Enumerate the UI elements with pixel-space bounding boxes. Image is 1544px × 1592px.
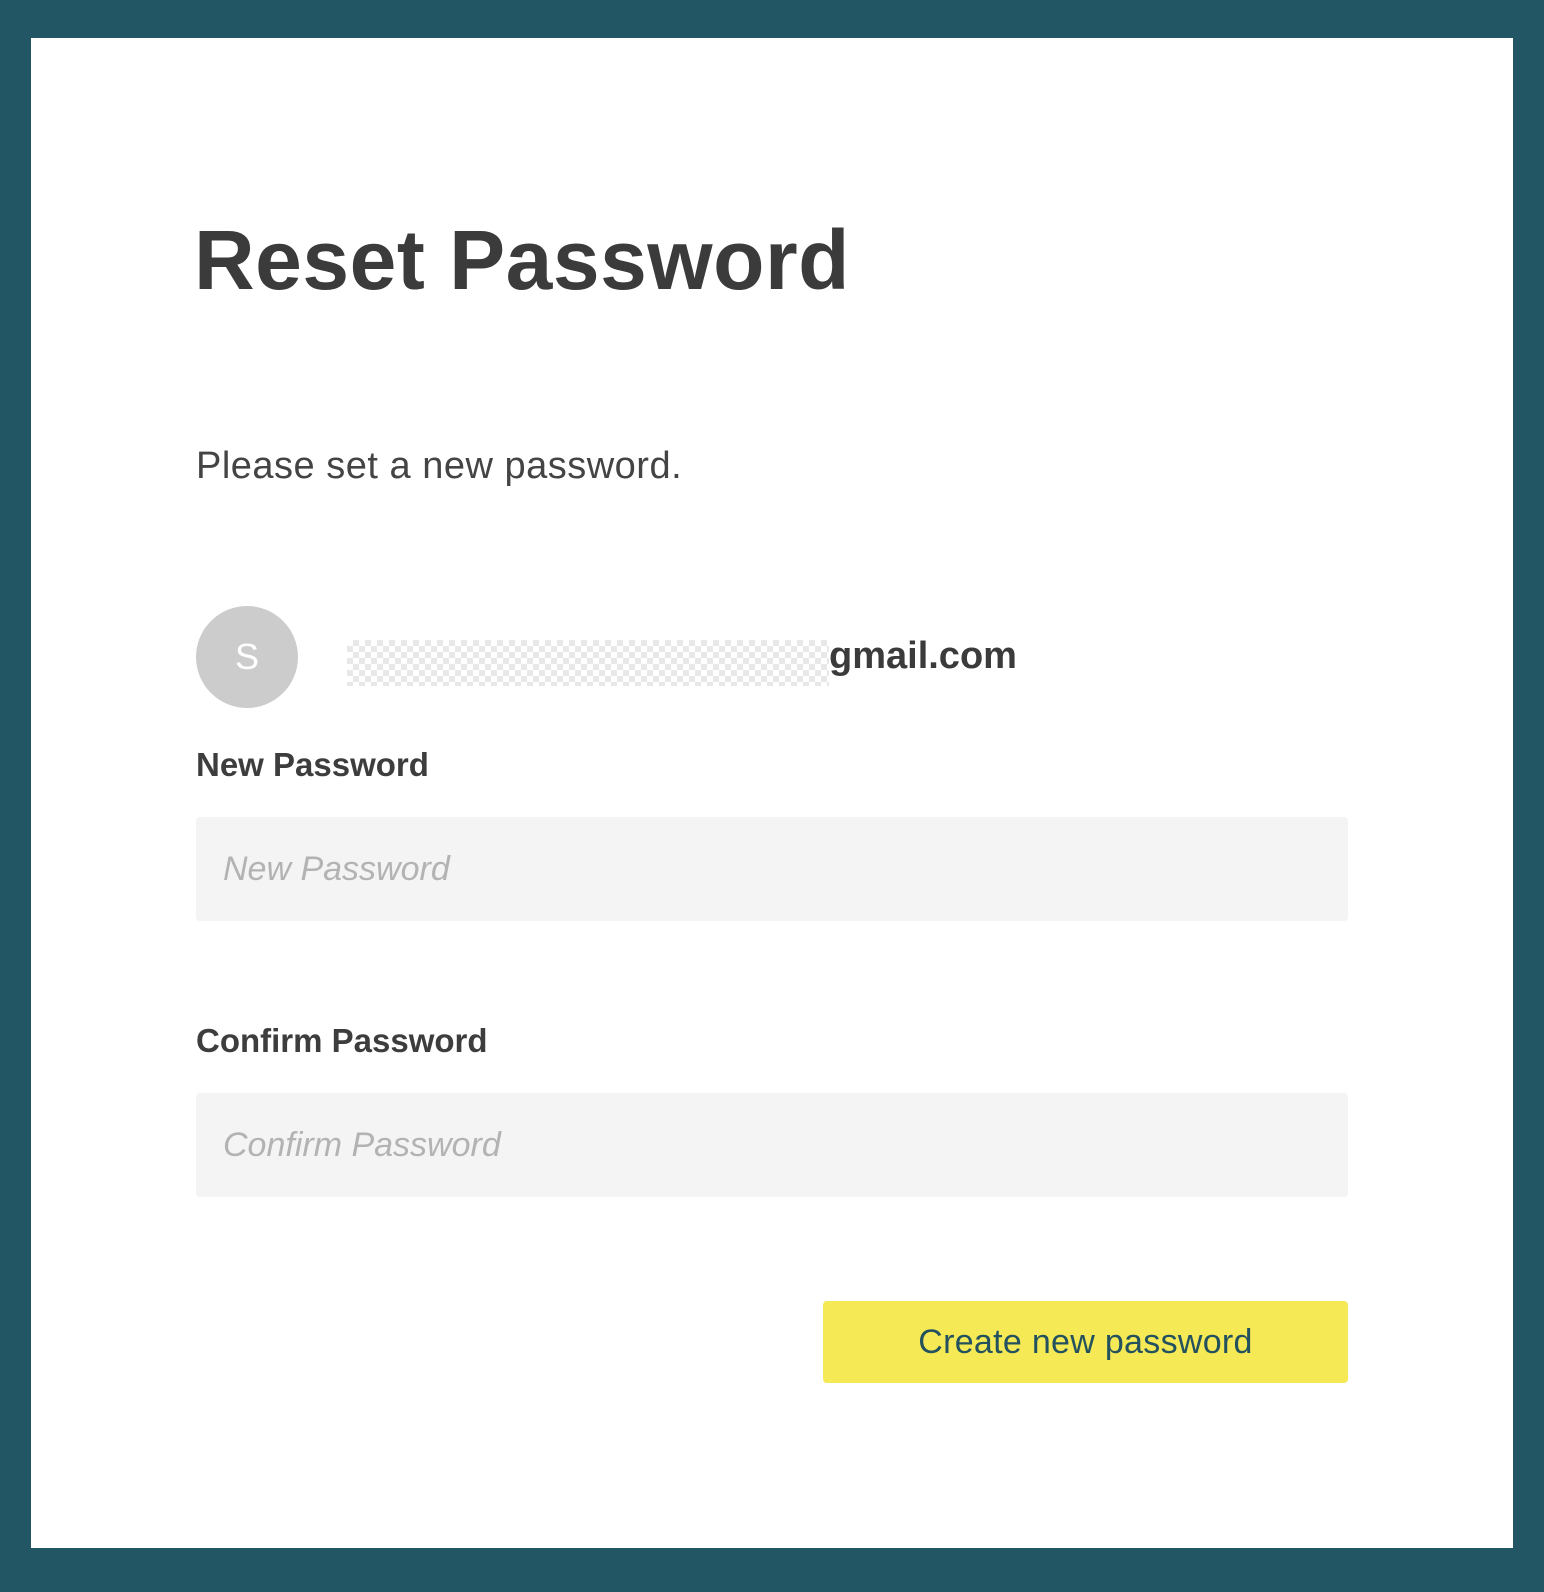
new-password-input[interactable] — [196, 817, 1348, 921]
confirm-password-label: Confirm Password — [196, 1022, 488, 1059]
page-title: Reset Password — [194, 213, 850, 307]
create-new-password-button[interactable]: Create new password — [823, 1301, 1348, 1383]
confirm-password-input[interactable] — [196, 1093, 1348, 1197]
new-password-field-wrapper — [196, 817, 1348, 921]
email-redaction-mask — [347, 640, 829, 686]
reset-password-card: Reset Password Please set a new password… — [31, 38, 1513, 1548]
confirm-password-field-wrapper — [196, 1093, 1348, 1197]
account-email: gmail.com — [829, 635, 1017, 677]
new-password-label: New Password — [196, 746, 429, 783]
avatar: S — [196, 606, 298, 708]
account-info: S gmail.com — [196, 606, 1096, 708]
page-subtitle: Please set a new password. — [196, 445, 683, 487]
